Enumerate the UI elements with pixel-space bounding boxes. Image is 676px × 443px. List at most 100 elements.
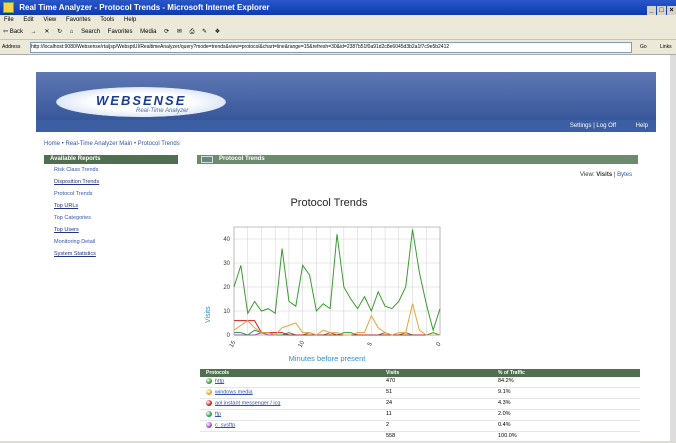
- sidebar-item-top-categories[interactable]: Top Categories: [44, 212, 178, 224]
- y-tick-label: 10: [223, 309, 230, 315]
- browser-toolbar: ⇦ Back → ✕ ↻ ⌂ Search Favorites Media ⟳ …: [0, 26, 676, 40]
- protocol-name[interactable]: ftp: [215, 411, 221, 417]
- protocol-cell: c_sysftp: [206, 422, 235, 428]
- mail-button[interactable]: ✉: [177, 29, 182, 35]
- visits-cell: 558: [386, 433, 396, 439]
- help-link[interactable]: Help: [636, 120, 648, 132]
- chart-title: Protocol Trends: [290, 197, 368, 209]
- traffic-cell: 9.1%: [498, 389, 511, 395]
- panel-header: Protocol Trends: [197, 155, 638, 164]
- y-axis-label: Visits: [205, 306, 212, 323]
- search-button[interactable]: Search: [81, 29, 100, 35]
- protocol-cell[interactable]: ftp: [206, 411, 221, 417]
- links-button[interactable]: Links: [660, 40, 672, 54]
- protocol-name[interactable]: windows media: [215, 389, 253, 395]
- x-axis-label: Minutes before present: [289, 354, 367, 363]
- breadcrumb[interactable]: Home • Real-Time Analyzer Main • Protoco…: [44, 141, 180, 147]
- visits-cell: 11: [386, 411, 392, 417]
- legend-dot-icon: [206, 389, 212, 395]
- menu-view[interactable]: View: [43, 17, 56, 23]
- reports-sidebar: Available Reports Risk Class Trends Disp…: [44, 155, 178, 435]
- menu-tools[interactable]: Tools: [100, 17, 114, 23]
- favorites-button[interactable]: Favorites: [108, 29, 133, 35]
- sidebar-item-top-users[interactable]: Top Users: [44, 224, 178, 236]
- visits-cell: 24: [386, 400, 393, 406]
- view-visits: Visits: [596, 172, 613, 178]
- page-viewport: WEBSENSE Real-Time Analyzer Settings | L…: [0, 55, 676, 443]
- protocol-cell[interactable]: windows media: [206, 389, 253, 395]
- table-row: http 470 84.2%: [200, 377, 640, 388]
- col-traffic: % of Traffic: [498, 370, 525, 376]
- series-line-windows-media: [233, 303, 440, 336]
- legend-dot-icon: [206, 411, 212, 417]
- table-header: Protocols Visits % of Traffic: [200, 369, 640, 377]
- sidebar-item-risk-class[interactable]: Risk Class Trends: [44, 164, 178, 176]
- protocol-table: Protocols Visits % of Traffic http 470 84.…: [200, 369, 640, 443]
- sidebar-item-protocol[interactable]: Protocol Trends: [44, 188, 178, 200]
- protocol-name: http: [215, 378, 225, 385]
- ie-icon: [3, 2, 14, 14]
- address-input[interactable]: http://localhost:9080/Websense/rta/jsp/W…: [30, 42, 632, 53]
- traffic-cell: 2.0%: [498, 411, 511, 417]
- menu-help[interactable]: Help: [124, 17, 136, 23]
- table-row: aol instant messenger / icq 24 4.3%: [200, 399, 640, 410]
- window-title: Real Time Analyzer - Protocol Trends - M…: [19, 3, 270, 12]
- table-row: c_sysftp 2 0.4%: [200, 421, 640, 432]
- y-tick-label: 40: [223, 237, 230, 243]
- y-tick-label: 30: [223, 261, 230, 267]
- protocol-name: aol instant messenger / icq: [215, 400, 281, 407]
- view-label: View:: [580, 172, 595, 178]
- x-tick-label: 5: [367, 341, 374, 347]
- x-tick-label: 15: [229, 340, 238, 349]
- protocol-cell: http: [206, 378, 224, 384]
- view-bytes-link[interactable]: Bytes: [617, 172, 632, 178]
- close-button[interactable]: ×: [667, 6, 676, 15]
- refresh-button[interactable]: ↻: [57, 29, 62, 35]
- maximize-button[interactable]: □: [657, 6, 666, 15]
- table-row: ftp 11 2.0%: [200, 410, 640, 421]
- media-button[interactable]: Media: [140, 29, 156, 35]
- print-button[interactable]: ⎙: [190, 29, 195, 35]
- table-row: 558 100.0%: [200, 432, 640, 443]
- minimize-button[interactable]: _: [647, 6, 656, 15]
- settings-logoff-links[interactable]: Settings | Log Off: [570, 120, 616, 132]
- traffic-cell: 4.3%: [498, 400, 511, 406]
- protocol-trends-chart: Protocol Trends 0 10 20 30 40 15 10 5 0 Visits Minu…: [205, 197, 443, 363]
- window-titlebar: Real Time Analyzer - Protocol Trends - M…: [0, 0, 676, 15]
- series-line-http: [233, 229, 441, 333]
- back-button[interactable]: ⇦ Back: [3, 29, 23, 35]
- address-label: Address: [2, 44, 21, 50]
- vertical-scrollbar[interactable]: [670, 55, 676, 441]
- menubar: File Edit View Favorites Tools Help: [0, 15, 676, 26]
- menu-edit[interactable]: Edit: [23, 17, 33, 23]
- forward-button[interactable]: →: [31, 29, 37, 35]
- legend-dot-icon: [206, 422, 212, 428]
- menu-favorites[interactable]: Favorites: [66, 17, 91, 23]
- sidebar-item-disposition[interactable]: Disposition Trends: [44, 176, 178, 188]
- sidebar-item-monitoring[interactable]: Monitoring Detail: [44, 236, 178, 248]
- traffic-cell: 84.2%: [498, 378, 514, 384]
- logo-text: WEBSENSE: [96, 93, 187, 108]
- x-tick-label: 0: [436, 341, 443, 347]
- legend-dot-icon: [206, 400, 212, 406]
- menu-file[interactable]: File: [4, 17, 14, 23]
- protocol-name: c_sysftp: [215, 422, 236, 429]
- websense-banner: WEBSENSE Real-Time Analyzer Settings | L…: [36, 72, 656, 132]
- y-tick-label: 20: [223, 285, 230, 291]
- sidebar-item-system-stats[interactable]: System Statistics: [44, 248, 178, 260]
- home-button[interactable]: ⌂: [70, 29, 74, 35]
- visits-cell: 470: [386, 378, 396, 384]
- sidebar-item-top-urls[interactable]: Top URLs: [44, 200, 178, 212]
- x-tick-label: 10: [298, 340, 307, 349]
- table-body: http 470 84.2% windows media 51 9.1% aol insta…: [200, 377, 640, 443]
- legend-dot-icon: [206, 378, 212, 384]
- stop-button[interactable]: ✕: [44, 29, 49, 35]
- history-button[interactable]: ⟳: [164, 29, 169, 35]
- edit-button[interactable]: ✎: [202, 29, 207, 35]
- go-button[interactable]: Go: [640, 40, 647, 54]
- logo-subtitle: Real-Time Analyzer: [136, 108, 189, 114]
- col-visits: Visits: [386, 370, 400, 376]
- panel-title: Protocol Trends: [219, 156, 265, 162]
- traffic-cell: 100.0%: [498, 433, 517, 439]
- discuss-button[interactable]: ❖: [215, 29, 220, 35]
